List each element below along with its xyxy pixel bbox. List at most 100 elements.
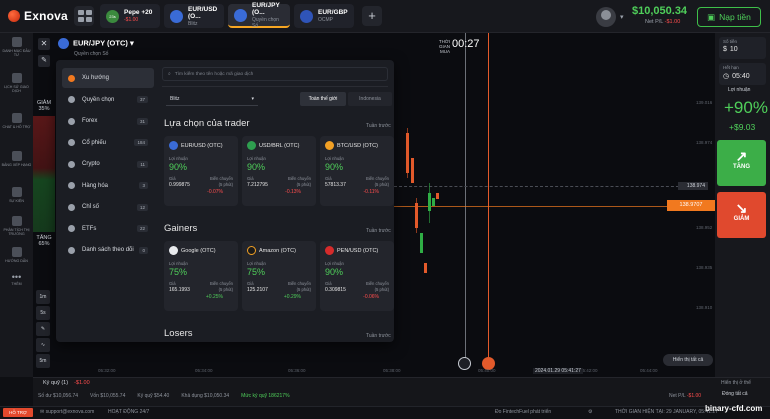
deposit-button[interactable]: ▣ Nạp tiền: [697, 7, 761, 27]
countdown-timer: 00:27: [452, 38, 480, 50]
forex-icon: [68, 117, 75, 125]
expiry-field[interactable]: Hết hạn ◷ 05:40: [719, 63, 766, 85]
tab-eurgbp[interactable]: EUR/GBP OCMP: [294, 4, 354, 28]
section-period[interactable]: Tuần trước: [366, 228, 391, 234]
tutorial-icon: [11, 247, 22, 257]
category-etfs[interactable]: ETFs 22: [62, 219, 154, 239]
close-all-button[interactable]: Đóng tất cả: [722, 391, 748, 397]
section-title: Lựa chọn của trader: [164, 118, 250, 129]
net-pl: Net P/L -$1.00: [645, 19, 681, 25]
app-logo[interactable]: Exnova: [8, 9, 68, 23]
asset-search-input[interactable]: ⌕ Tìm kiếm theo tên hoặc mã giao dịch: [162, 67, 388, 81]
nav-history[interactable]: LỊCH SỬ GIAO DỊCH: [0, 73, 33, 93]
y-tick: 138.952: [696, 225, 713, 230]
asset-selector[interactable]: EUR/JPY (OTC) ▾ Quyền chọn Số: [58, 38, 134, 57]
fire-icon: [68, 74, 75, 82]
category-watchlist[interactable]: Danh sách theo dõi 0: [62, 240, 154, 260]
flag-icon: [300, 9, 313, 23]
stocks-icon: [68, 139, 75, 146]
section-period[interactable]: Tuần trước: [366, 123, 391, 129]
amount-field[interactable]: Số tiền $10: [719, 37, 766, 59]
settings-icon[interactable]: ⚙: [588, 409, 592, 415]
category-options[interactable]: Quyền chọn 37: [62, 90, 154, 110]
ref-price-badge: 138.974: [678, 182, 708, 190]
stopwatch-icon[interactable]: [458, 357, 471, 370]
category-crypto[interactable]: Crypto 11: [62, 154, 154, 174]
show-all-button[interactable]: Hiển thị tất cả: [663, 354, 713, 366]
tab-eurjpy[interactable]: EUR/JPY (O... Quyền chọn Số: [228, 2, 290, 29]
nav-events[interactable]: SỰ KIỆN: [0, 187, 33, 203]
profit-label: Lợi nhuận: [728, 87, 751, 93]
apps-grid-icon[interactable]: [74, 6, 94, 26]
expiry-line: [488, 33, 489, 363]
nav-analysis[interactable]: PHÂN TÍCH THỊ TRƯỜNG: [0, 216, 33, 236]
x-tick: 05:34:00: [195, 368, 213, 373]
portfolio-icon: [11, 37, 22, 47]
timeframe-tool[interactable]: 5m: [36, 354, 50, 368]
x-tick: 05:44:00: [640, 368, 658, 373]
chevron-down-icon[interactable]: ▾: [620, 13, 624, 21]
draw-tool[interactable]: ✎: [36, 322, 50, 336]
x-tick: 05:38:00: [383, 368, 401, 373]
account-summary-bar: [33, 377, 770, 406]
nav-tutorial[interactable]: HƯỚNG DẪN: [0, 247, 33, 263]
section-title: Losers: [164, 328, 193, 339]
category-stocks[interactable]: Cổ phiếu 184: [62, 133, 154, 153]
category-trending[interactable]: Xu hướng: [62, 68, 154, 88]
nav-more[interactable]: ••• THÊM: [0, 272, 33, 287]
section-period[interactable]: Tuần trước: [366, 333, 391, 339]
tab-pepe[interactable]: 23s Pepe +20 -$1.00: [100, 4, 160, 28]
account-stats: Số dư $10,056.74 Vốn $10,055.74 Ký quỹ $…: [38, 393, 290, 399]
y-tick: 139.016: [696, 100, 713, 105]
timer-badge: 23s: [106, 9, 119, 23]
asset-card[interactable]: PEN/USD (OTC) Lợi nhuận 90% Giá Biến chuy…: [320, 241, 394, 311]
y-tick: 138.910: [696, 305, 713, 310]
y-tick: 138.935: [696, 265, 713, 270]
left-nav: DANH MỤC ĐẦU TƯ LỊCH SỬ GIAO DỊCH CHAT &…: [0, 33, 33, 377]
margin-tab[interactable]: Ký quỹ (1) -$1.00: [43, 380, 90, 386]
amazon-icon: [247, 246, 256, 255]
commodities-icon: [68, 182, 75, 189]
help-button[interactable]: HỖ TRỢ: [3, 408, 33, 417]
dollar-icon: $: [723, 46, 727, 53]
events-icon: [11, 187, 22, 197]
nav-leaderboard[interactable]: BẢNG XẾP HẠNG: [0, 151, 33, 167]
add-tab-button[interactable]: +: [362, 6, 382, 26]
wallet-icon: ▣: [707, 11, 716, 22]
buy-up-button[interactable]: ↗ TĂNG: [717, 140, 766, 186]
y-tick: 138.974: [696, 140, 713, 145]
avatar[interactable]: [596, 7, 616, 27]
instrument-filter-select[interactable]: Blitz ▾: [166, 93, 258, 106]
asset-card[interactable]: USD/BRL (OTC) Lợi nhuận 90% Giá Biến chuy…: [242, 136, 316, 206]
trend-up-icon: ↗: [735, 148, 748, 164]
sell-down-button[interactable]: ↘ GIẢM: [717, 192, 766, 238]
tab-eurusd[interactable]: EUR/USD (O... Blitz: [164, 4, 224, 28]
nav-portfolio[interactable]: DANH MỤC ĐẦU TƯ: [0, 37, 33, 57]
category-forex[interactable]: Forex 31: [62, 111, 154, 131]
current-price-badge: 138.9707: [667, 200, 715, 211]
pencil-icon[interactable]: ✎: [38, 55, 50, 67]
category-indices[interactable]: Chỉ số 12: [62, 197, 154, 217]
asset-card[interactable]: EUR/USD (OTC) Lợi nhuận 90% Giá Biến chuy…: [164, 136, 238, 206]
close-icon[interactable]: ✕: [38, 38, 50, 50]
support-email[interactable]: ✉ support@exnova.com: [40, 409, 94, 415]
x-tick: 05:40:00: [478, 368, 496, 373]
region-indonesia-toggle[interactable]: Indonesia: [348, 92, 392, 106]
asset-card[interactable]: Amazon (OTC) Lợi nhuận 75% Giá Biến chuyể…: [242, 241, 316, 311]
asset-card[interactable]: Google (OTC) Lợi nhuận 75% Giá Biến chuyể…: [164, 241, 238, 311]
search-icon: ⌕: [168, 72, 171, 77]
region-worldwide-toggle[interactable]: Toàn thế giới: [300, 92, 346, 106]
show-settings-link[interactable]: Hiển thị ở thể: [721, 380, 751, 386]
asset-card[interactable]: BTC/USD (OTC) Lợi nhuận 90% Giá Biến chuy…: [320, 136, 394, 206]
etf-icon: [68, 225, 75, 232]
account-balance[interactable]: $10,050.34: [632, 5, 687, 17]
google-icon: [169, 246, 178, 255]
watermark: binary-cfd.com: [705, 404, 763, 413]
category-commodities[interactable]: Hàng hóa 3: [62, 176, 154, 196]
more-icon: •••: [11, 272, 22, 282]
interval-tool[interactable]: 5s: [36, 306, 50, 320]
section-title: Gainers: [164, 223, 198, 234]
candle-tool[interactable]: 1m: [36, 290, 50, 304]
nav-chat[interactable]: CHAT & HỖ TRỢ: [0, 113, 33, 129]
indicator-tool[interactable]: ∿: [36, 338, 50, 352]
